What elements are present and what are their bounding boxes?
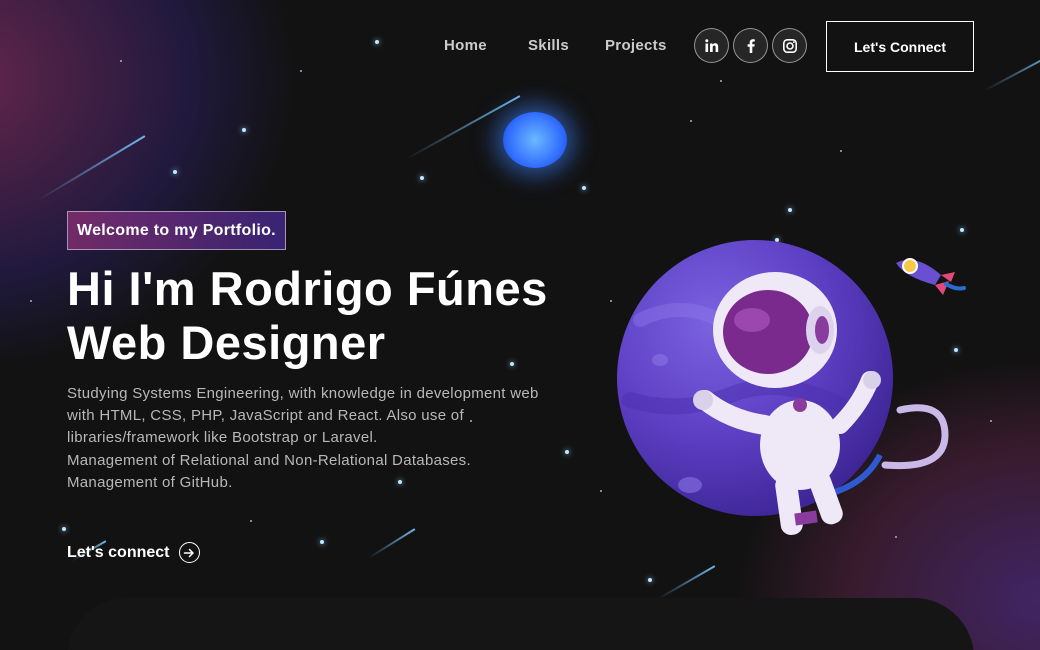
star bbox=[582, 186, 586, 190]
hero-title-line-1: Hi I'm Rodrigo Fúnes bbox=[67, 262, 548, 315]
star bbox=[320, 540, 324, 544]
star bbox=[30, 300, 32, 302]
lets-connect-link[interactable]: Let's connect bbox=[67, 542, 200, 563]
linkedin-button[interactable] bbox=[694, 28, 729, 63]
skills-section-panel bbox=[67, 598, 974, 650]
nav-link-projects[interactable]: Projects bbox=[605, 37, 667, 54]
shooting-star bbox=[658, 565, 716, 600]
instagram-button[interactable] bbox=[772, 28, 807, 63]
facebook-icon bbox=[747, 38, 755, 53]
star bbox=[242, 128, 246, 132]
description-line: Management of Relational and Non-Relatio… bbox=[67, 451, 471, 469]
glowing-planet bbox=[503, 112, 567, 168]
rocket-illustration bbox=[896, 258, 966, 295]
cta-label: Let's connect bbox=[67, 543, 170, 561]
welcome-tagline: Welcome to my Portfolio. bbox=[67, 211, 286, 250]
star bbox=[420, 176, 424, 180]
star bbox=[62, 527, 66, 531]
hero-title: Hi I'm Rodrigo Fúnes Web Designer bbox=[67, 262, 548, 370]
navbar: Home Skills Projects Let's Connect bbox=[0, 0, 1040, 92]
lets-connect-button[interactable]: Let's Connect bbox=[826, 21, 974, 72]
shooting-star bbox=[405, 95, 521, 160]
description-line: Management of GitHub. bbox=[67, 473, 233, 491]
shooting-star bbox=[367, 528, 416, 559]
star bbox=[173, 170, 177, 174]
star bbox=[788, 208, 792, 212]
description-line: with HTML, CSS, PHP, JavaScript and Reac… bbox=[67, 407, 464, 425]
facebook-button[interactable] bbox=[733, 28, 768, 63]
star bbox=[690, 120, 692, 122]
hero-title-line-2: Web Designer bbox=[67, 316, 386, 369]
instagram-icon bbox=[782, 38, 797, 53]
description-line: libraries/framework like Bootstrap or La… bbox=[67, 429, 378, 447]
shooting-star bbox=[37, 135, 146, 202]
nav-link-skills[interactable]: Skills bbox=[528, 37, 569, 54]
description-line: Studying Systems Engineering, with knowl… bbox=[67, 385, 539, 402]
hero-description: Studying Systems Engineering, with knowl… bbox=[67, 383, 587, 494]
star bbox=[648, 578, 652, 582]
arrow-right-circle-icon bbox=[178, 542, 200, 563]
star bbox=[840, 150, 842, 152]
star bbox=[990, 420, 992, 422]
linkedin-icon bbox=[704, 38, 718, 52]
star bbox=[250, 520, 252, 522]
nav-link-home[interactable]: Home bbox=[444, 37, 487, 54]
